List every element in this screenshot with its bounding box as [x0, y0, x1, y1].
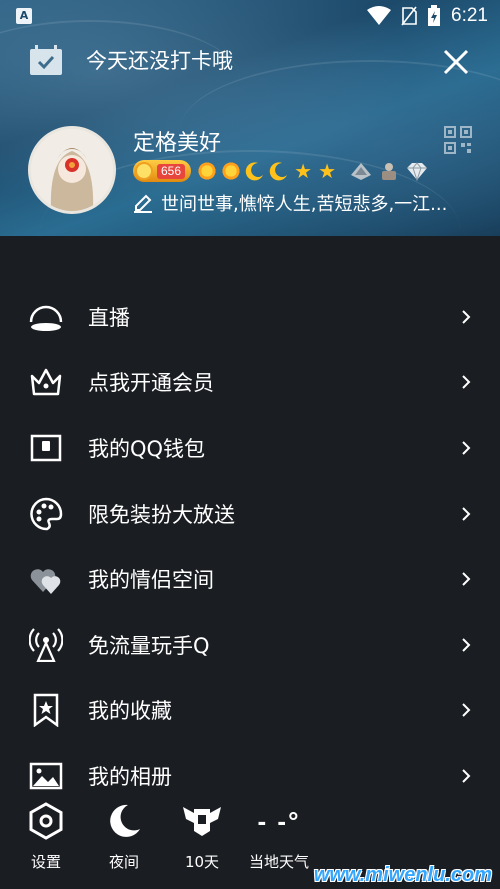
night-mode-label: 夜间 [108, 853, 139, 871]
menu-item-couple-space[interactable]: 我的情侣空间 [0, 546, 500, 612]
nickname[interactable]: 定格美好 [133, 125, 221, 157]
antenna-icon [29, 628, 63, 662]
profile-header: A 6:21 今天还没打卡哦 定格美好 656 ★ ★ 世间世事,憔悴人生,苦短… [0, 0, 500, 236]
battery-charging-icon [428, 5, 441, 26]
coin-icon [135, 162, 153, 180]
menu-item-label: 我的收藏 [88, 699, 172, 724]
menu-item-vip[interactable]: 点我开通会员 [0, 350, 500, 416]
star-icon: ★ [294, 159, 312, 183]
chevron-right-icon [462, 310, 471, 324]
clock: 6:21 [451, 5, 488, 26]
vip-level-badge: 656 [133, 160, 192, 182]
keyboard-indicator-icon: A [16, 8, 32, 24]
menu-item-label: 直播 [88, 305, 130, 330]
watermark: www.miwenlu.com [313, 864, 492, 886]
hearts-icon [30, 569, 61, 595]
checkin-banner[interactable]: 今天还没打卡哦 [28, 44, 233, 76]
pencil-icon [134, 194, 152, 213]
weather-label: 当地天气 [248, 853, 309, 871]
settings-button[interactable]: 设置 [26, 801, 66, 872]
chevron-right-icon [462, 441, 471, 455]
wallet-icon [30, 434, 62, 462]
close-icon[interactable] [442, 48, 470, 76]
menu-item-decoration[interactable]: 限免装扮大放送 [0, 481, 500, 547]
calendar-check-icon [30, 45, 62, 75]
checkin-days-button[interactable]: 10天 [182, 801, 222, 872]
status-bar: A 6:21 [0, 0, 500, 34]
menu-item-live[interactable]: 直播 [0, 284, 500, 350]
night-mode-button[interactable]: 夜间 [104, 801, 144, 872]
moon-icon [110, 804, 140, 837]
settings-hexagon-icon [29, 802, 63, 840]
wifi-icon [367, 6, 392, 25]
menu-item-label: 我的相册 [88, 764, 172, 789]
live-icon [29, 305, 63, 331]
menu-item-free-data[interactable]: 免流量玩手Q [0, 612, 500, 678]
qr-code-icon[interactable] [444, 126, 472, 154]
moon-icon [269, 162, 288, 181]
chevron-right-icon [462, 638, 471, 652]
chevron-right-icon [462, 375, 471, 390]
star-icon: ★ [318, 159, 336, 183]
no-sim-icon [401, 6, 417, 26]
winged-badge-icon [183, 807, 221, 836]
checkin-days-label: 10天 [184, 853, 220, 871]
drawer-menu: 直播 点我开通会员 我的QQ钱包 限免装扮大放送 我的情侣空间 免流量玩手Q 我… [0, 284, 500, 809]
menu-item-favorites[interactable]: 我的收藏 [0, 678, 500, 744]
chevron-right-icon [462, 703, 471, 718]
menu-item-label: 免流量玩手Q [88, 633, 210, 658]
robot-badge-icon [382, 163, 397, 180]
ship-badge-icon [351, 163, 372, 180]
level-badges[interactable]: 656 ★ ★ [133, 158, 433, 184]
weather-button[interactable]: - -° 当地天气 [246, 801, 312, 872]
menu-item-label: 我的QQ钱包 [88, 436, 206, 461]
signature-text: 世间世事,憔悴人生,苦短悲多,一江... [161, 194, 448, 215]
menu-item-label: 点我开通会员 [88, 371, 214, 396]
level-number: 656 [157, 163, 186, 179]
palette-icon [30, 497, 63, 530]
chevron-right-icon [462, 572, 471, 586]
chevron-right-icon [462, 769, 471, 783]
crown-icon [30, 369, 62, 396]
photo-icon [29, 762, 63, 790]
sun-icon [221, 161, 242, 181]
diamond-badge-icon [407, 162, 428, 181]
menu-item-label: 我的情侣空间 [88, 568, 214, 593]
bookmark-star-icon [33, 694, 59, 728]
moon-icon [245, 162, 264, 181]
sun-icon [197, 161, 218, 181]
settings-label: 设置 [30, 853, 61, 871]
checkin-text: 今天还没打卡哦 [86, 49, 233, 73]
chevron-right-icon [462, 506, 471, 521]
menu-item-label: 限免装扮大放送 [88, 502, 235, 527]
avatar[interactable] [28, 126, 116, 214]
signature[interactable]: 世间世事,憔悴人生,苦短悲多,一江... [133, 190, 473, 216]
menu-item-wallet[interactable]: 我的QQ钱包 [0, 415, 500, 481]
weather-value: - -° [257, 805, 301, 836]
